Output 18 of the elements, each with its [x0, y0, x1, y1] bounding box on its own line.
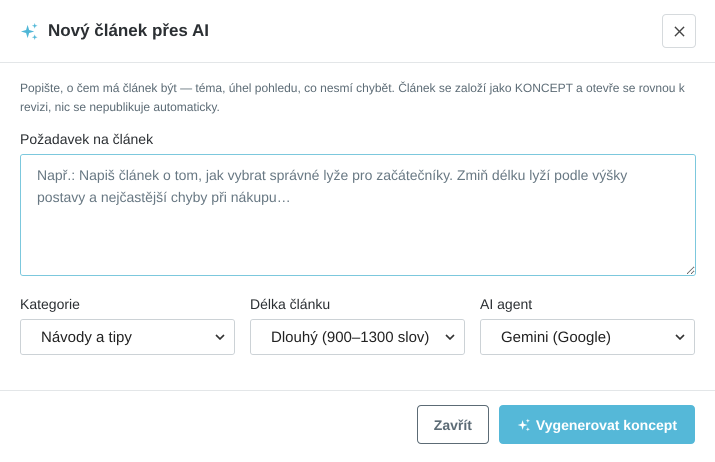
request-field[interactable]: Např.: Napiš článek o tom, jak vybrat správné lyže pro začátečníky. Zmiň délku lyží podle výšky postavy a nejčastější chyby při nákupu… — [20, 154, 696, 276]
sparkle-icon — [516, 418, 531, 432]
sparkle-icon — [20, 22, 39, 40]
dialog-title: Nový článek přes AI — [48, 21, 209, 41]
chevron-down-icon — [445, 334, 455, 340]
dropdown[interactable]: Dlouhý (900–1300 slov) — [250, 319, 465, 355]
dropdown[interactable]: Gemini (Google) — [480, 319, 695, 355]
field-label: AI agent — [480, 296, 534, 312]
field-label: Délka článku — [250, 296, 332, 312]
field-label: Kategorie — [20, 296, 81, 312]
close-icon — [674, 26, 684, 36]
chevron-down-icon — [675, 334, 685, 340]
description-text: Popište, o čem má článek být — téma, úhel pohledu, co nesmí chybět. Článek se založí jako KONCEPT a otevře se rovnou k revizi, nic se nepublikuje automaticky. — [20, 80, 686, 116]
close-text-button[interactable]: Zavřít — [416, 405, 489, 444]
dropdown[interactable]: Návody a tipy — [20, 319, 235, 355]
chevron-down-icon — [215, 334, 225, 340]
field-label: Požadavek na článek — [20, 131, 154, 147]
close-button[interactable] — [662, 14, 696, 48]
